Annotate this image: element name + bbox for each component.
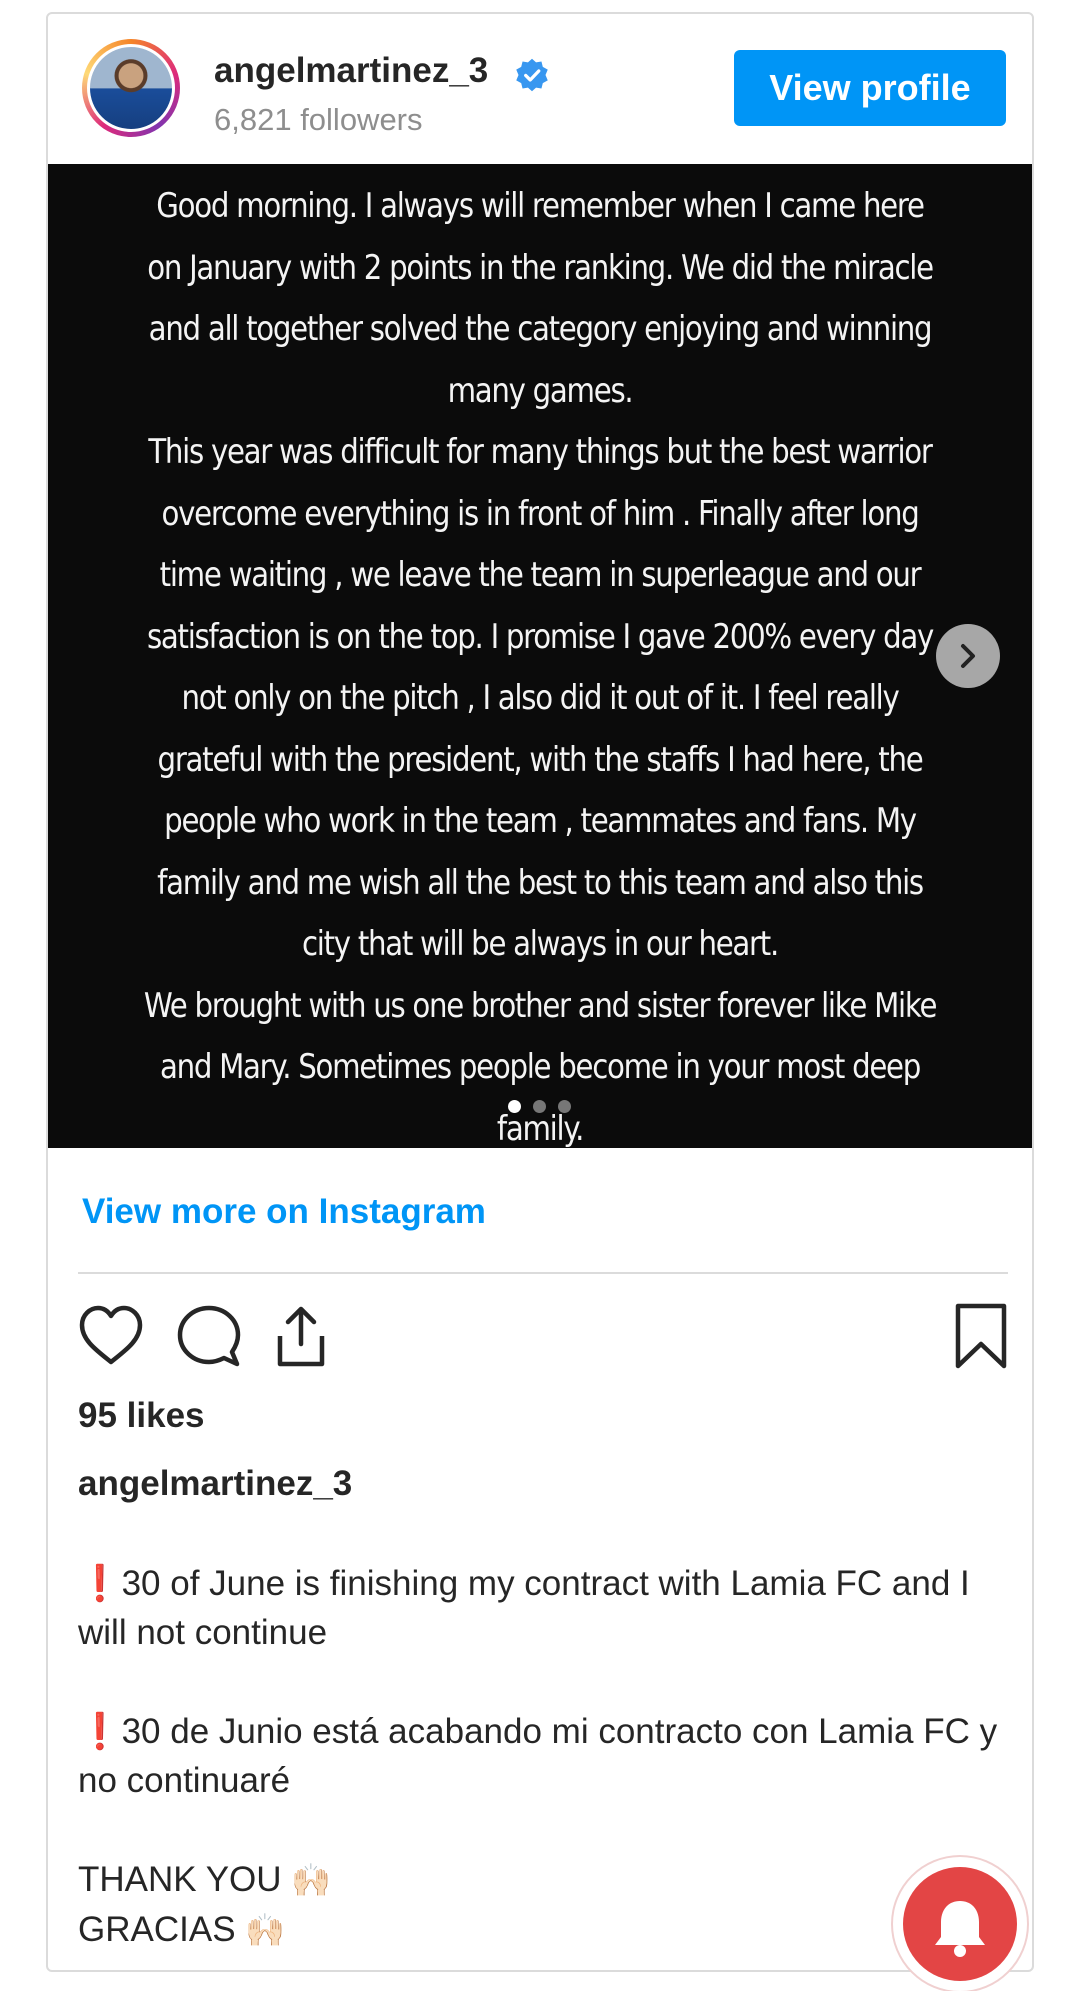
caption-line: 30 of June is finishing my contract with… — [78, 1564, 970, 1652]
divider — [78, 1272, 1008, 1274]
action-bar — [76, 1302, 1016, 1382]
bookmark-icon[interactable] — [946, 1302, 1016, 1372]
instagram-embed-card: angelmartinez_3 6,821 followers View pro… — [46, 12, 1034, 1972]
raised-hands-icon: 🙌🏻 — [245, 1912, 286, 1948]
avatar[interactable] — [87, 44, 175, 132]
likes-count[interactable]: 95 likes — [78, 1396, 205, 1436]
bell-glyph — [935, 1901, 985, 1957]
carousel-dot-3 — [558, 1100, 571, 1113]
thank-you-text: THANK YOU — [78, 1860, 282, 1899]
carousel-indicator — [508, 1100, 571, 1114]
post-media[interactable]: Good morning. I always will remember whe… — [48, 164, 1032, 1148]
raised-hands-icon: 🙌🏻 — [291, 1862, 332, 1898]
bell-icon — [903, 1867, 1017, 1981]
post-caption: ❗30 of June is finishing my contract wit… — [78, 1559, 1018, 1955]
exclamation-icon: ❗ — [78, 1564, 122, 1603]
carousel-dot-2 — [533, 1100, 546, 1113]
heart-icon[interactable] — [76, 1302, 146, 1372]
gracias-text: GRACIAS — [78, 1910, 236, 1949]
caption-thanks: THANK YOU 🙌🏻 GRACIAS 🙌🏻 — [78, 1855, 1018, 1955]
story-text: Good morning. I always will remember whe… — [143, 186, 938, 1148]
avatar-ring[interactable] — [82, 39, 180, 137]
notification-bell-button[interactable] — [893, 1857, 1027, 1991]
followers-count: 6,821 followers — [214, 102, 423, 137]
caption-paragraph-english: ❗30 of June is finishing my contract wit… — [78, 1559, 1018, 1657]
exclamation-icon: ❗ — [78, 1712, 122, 1751]
carousel-next-button[interactable] — [936, 624, 1000, 688]
share-icon[interactable] — [266, 1302, 336, 1372]
verified-badge-icon — [516, 58, 548, 92]
view-more-link[interactable]: View more on Instagram — [82, 1192, 486, 1232]
username[interactable]: angelmartinez_3 — [214, 51, 488, 91]
caption-paragraph-spanish: ❗30 de Junio está acabando mi contracto … — [78, 1707, 1018, 1805]
chevron-right-icon — [961, 644, 975, 668]
caption-username[interactable]: angelmartinez_3 — [78, 1464, 352, 1504]
comment-icon[interactable] — [174, 1302, 244, 1372]
carousel-dot-1 — [508, 1100, 521, 1113]
view-profile-button[interactable]: View profile — [734, 50, 1006, 126]
post-header: angelmartinez_3 6,821 followers View pro… — [48, 14, 1032, 164]
caption-line: 30 de Junio está acabando mi contracto c… — [78, 1712, 998, 1800]
